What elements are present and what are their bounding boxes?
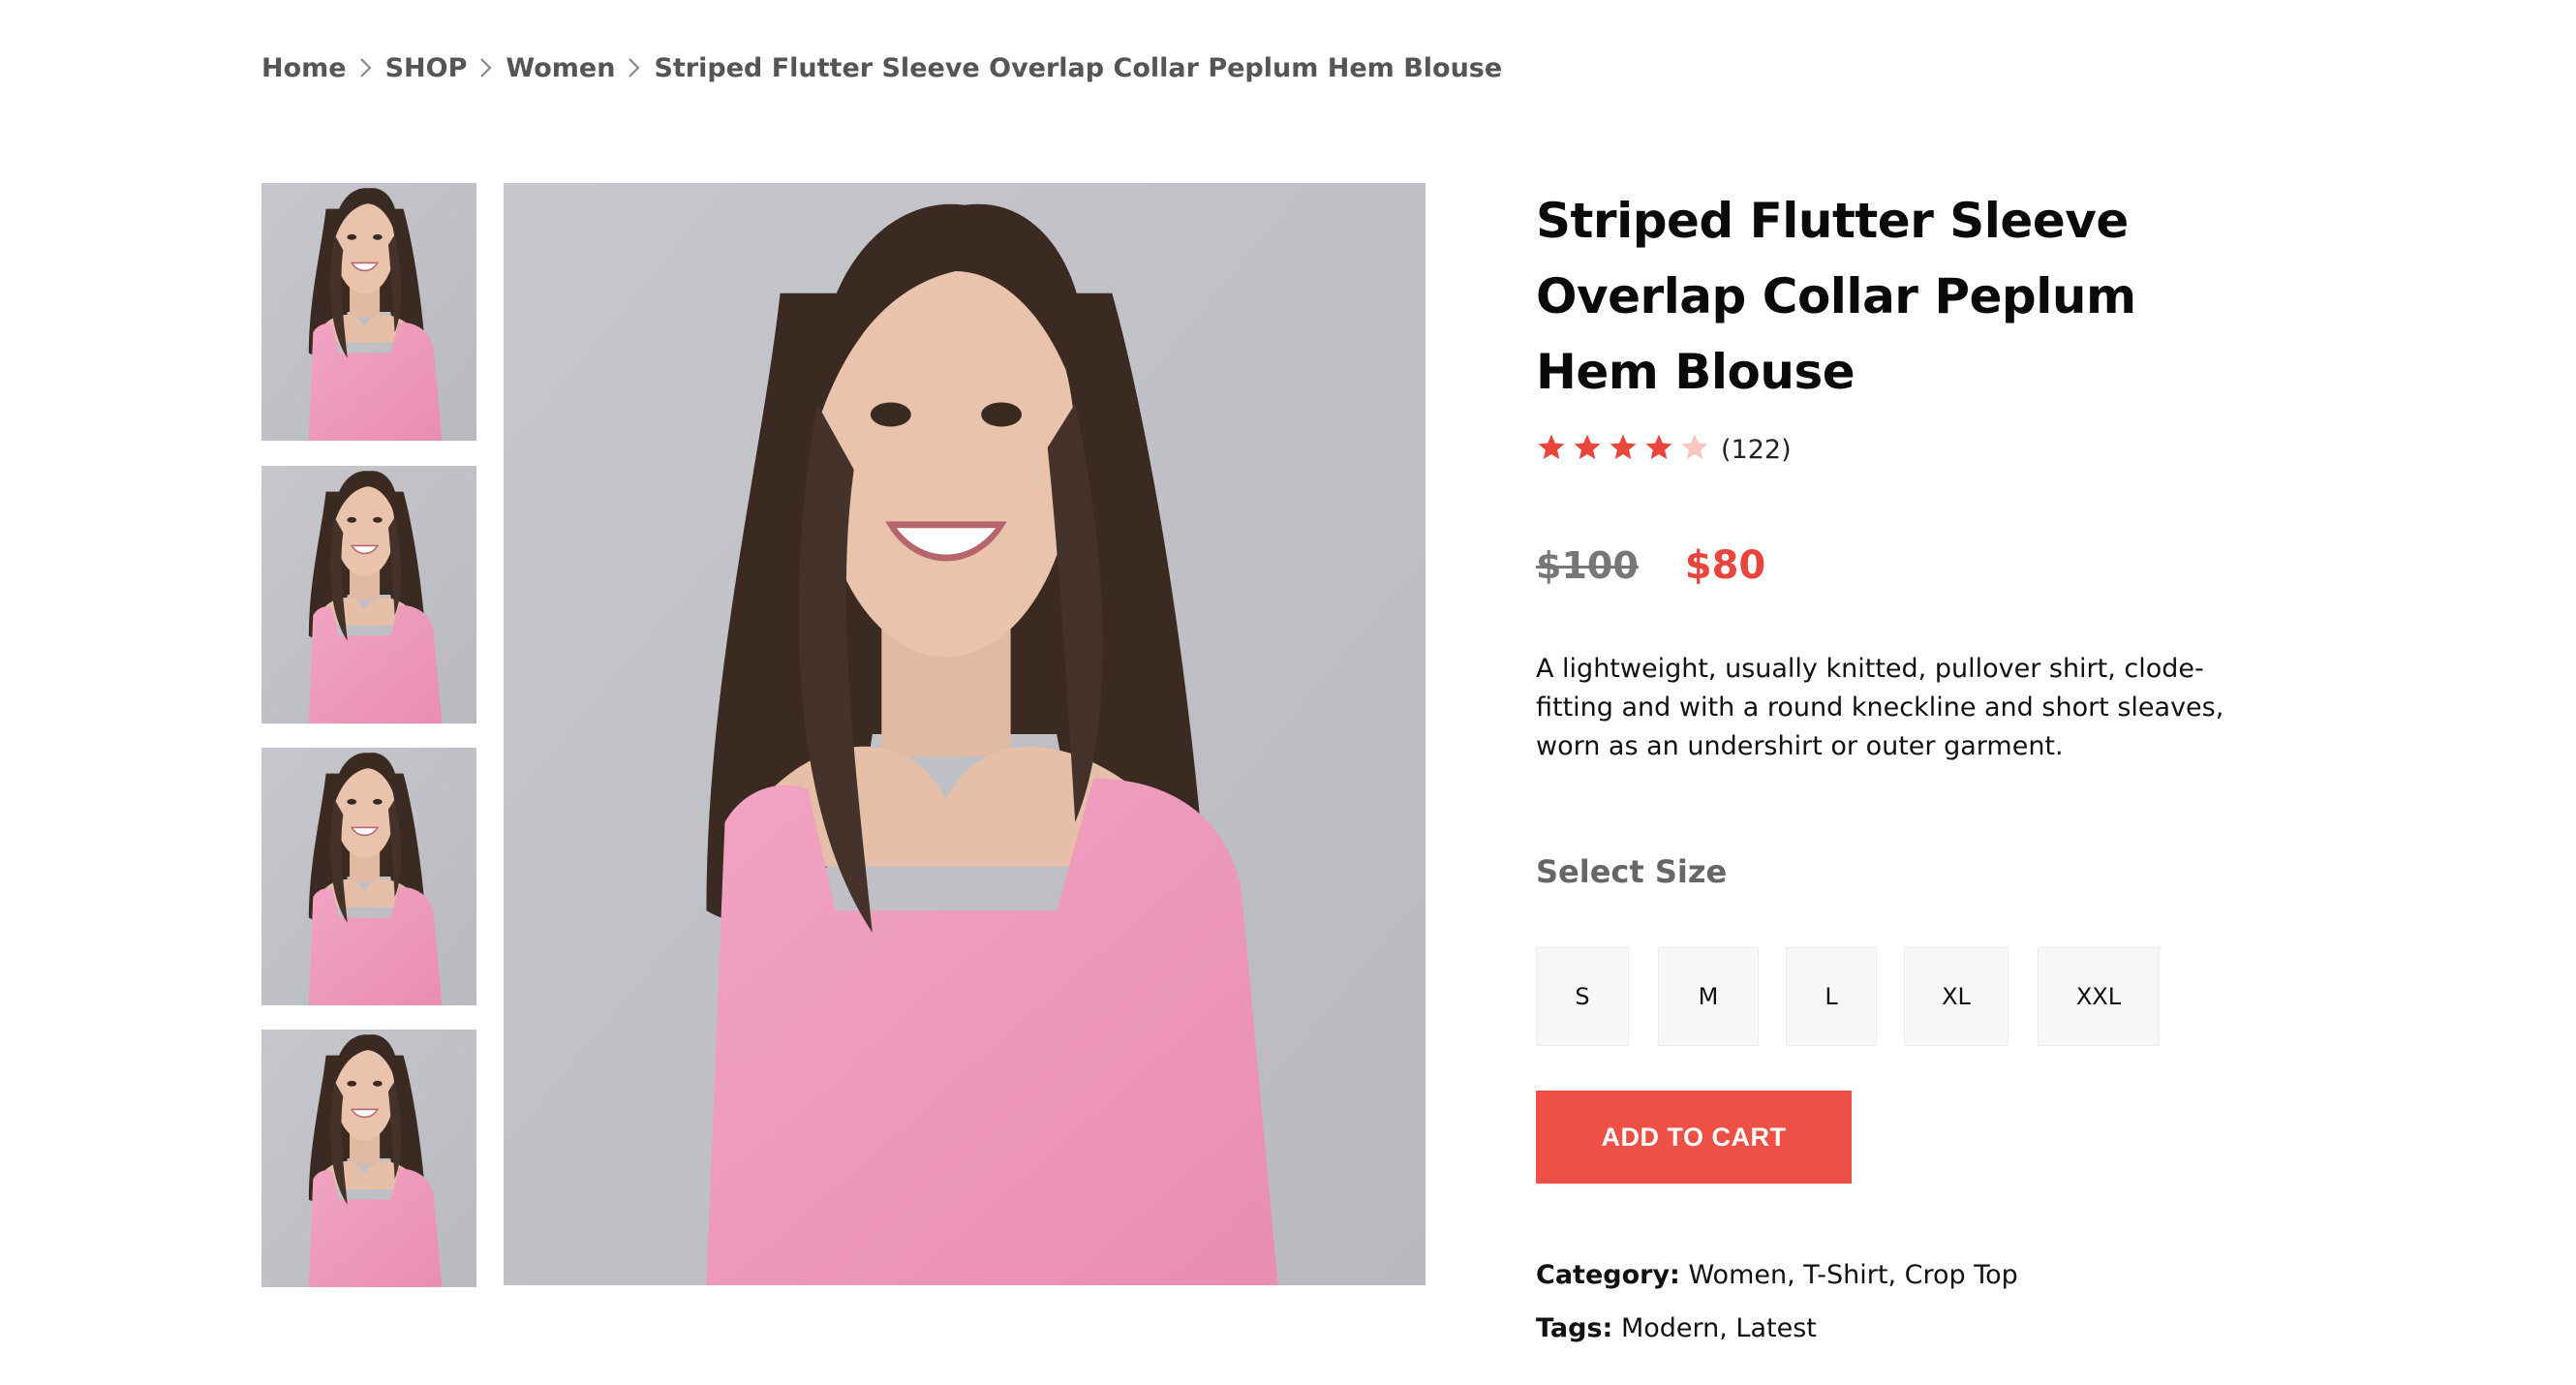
category-links[interactable]: Women, T-Shirt, Crop Top [1688, 1260, 2017, 1290]
category-label: Category: [1536, 1260, 1680, 1290]
product-description: A lightweight, usually knitted, pullover… [1536, 654, 2224, 761]
product-info: Striped Flutter Sleeve Overlap Collar Pe… [1536, 183, 2272, 1343]
product-photo [261, 1030, 476, 1287]
star-filled-icon [1608, 432, 1642, 467]
product-photo [261, 748, 476, 1005]
product-photo [504, 183, 1426, 1285]
chevron-right-icon [347, 50, 385, 85]
size-option-xxl[interactable]: XXL [2038, 947, 2160, 1046]
size-heading: Select Size [1536, 853, 1728, 890]
sale-price: $80 [1684, 543, 1766, 588]
size-selector: S M L XL XXL [1536, 947, 2272, 1046]
breadcrumb-current-product: Striped Flutter Sleeve Overlap Collar Pe… [654, 52, 1503, 83]
product-rating[interactable]: (122) [1536, 430, 1792, 469]
star-filled-icon [1643, 432, 1678, 467]
product-thumbnail[interactable] [261, 748, 476, 1005]
add-to-cart-button[interactable]: ADD TO CART [1536, 1091, 1852, 1184]
original-price: $100 [1536, 544, 1639, 587]
breadcrumb-home[interactable]: Home [261, 53, 347, 83]
size-option-s[interactable]: S [1536, 947, 1629, 1046]
breadcrumb-women[interactable]: Women [506, 53, 615, 83]
size-option-l[interactable]: L [1786, 947, 1877, 1046]
star-filled-icon [1536, 432, 1571, 467]
product-thumbnail[interactable] [261, 466, 476, 723]
price-block: $100 $80 [1536, 537, 1765, 595]
product-category: Category: Women, T-Shirt, Crop Top [1536, 1260, 2018, 1290]
product-photo [261, 466, 476, 723]
rating-count: (122) [1721, 434, 1792, 465]
star-empty-icon [1679, 432, 1714, 467]
size-option-xl[interactable]: XL [1904, 947, 2009, 1046]
product-photo [261, 183, 476, 441]
breadcrumb-shop[interactable]: SHOP [385, 53, 468, 83]
chevron-right-icon [615, 50, 654, 85]
product-thumbnail[interactable] [261, 1030, 476, 1287]
star-filled-icon [1572, 432, 1607, 467]
breadcrumb: Home SHOP Women Striped Flutter Sleeve O… [261, 50, 1502, 85]
tags-label: Tags: [1536, 1313, 1613, 1343]
size-option-m[interactable]: M [1658, 947, 1759, 1046]
product-thumbnail[interactable] [261, 183, 476, 441]
tag-links[interactable]: Modern, Latest [1621, 1313, 1817, 1343]
main-product-image[interactable] [504, 183, 1426, 1285]
chevron-right-icon [467, 50, 506, 85]
product-tags: Tags: Modern, Latest [1536, 1313, 1817, 1343]
product-title: Striped Flutter Sleeve Overlap Collar Pe… [1536, 193, 2136, 400]
